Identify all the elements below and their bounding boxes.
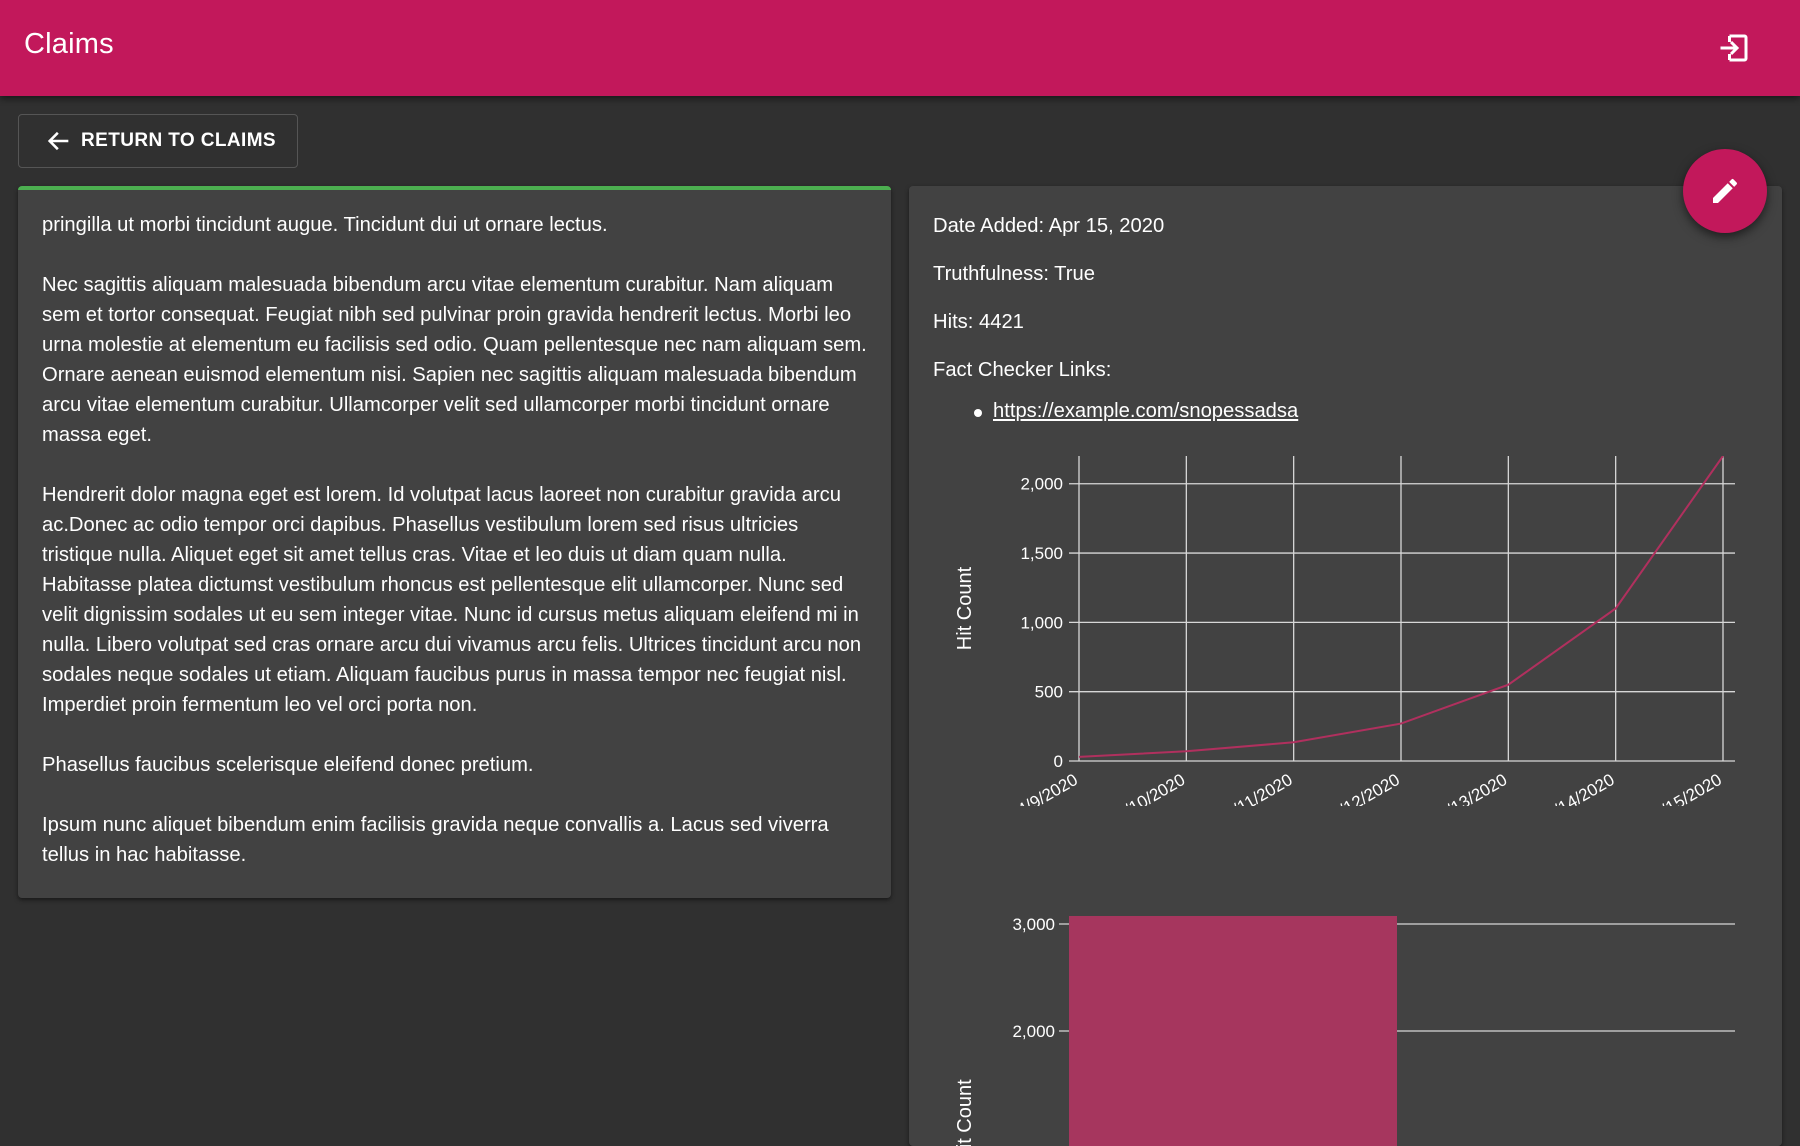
y-axis-title: Hit Count xyxy=(954,566,976,650)
x-tick-label: 4/11/2020 xyxy=(1222,770,1296,806)
arrow-left-icon xyxy=(47,131,69,151)
claim-text-card: pringilla ut morbi tincidunt augue. Tinc… xyxy=(18,186,891,898)
x-tick-label: 4/10/2020 xyxy=(1113,770,1188,806)
x-tick-label: 4/13/2020 xyxy=(1435,770,1510,806)
claim-details-card: Date Added: Apr 15, 2020 Truthfulness: T… xyxy=(909,186,1782,1146)
y-tick-label: 0 xyxy=(1054,752,1063,771)
hits-bar-chart: 2,000 3,000 Hit Count xyxy=(954,916,1735,1146)
y-axis-title: Hit Count xyxy=(954,1079,976,1146)
y-tick-label: 3,000 xyxy=(1012,916,1055,934)
y-tick-label: 500 xyxy=(1035,683,1063,702)
claim-paragraph: Ipsum nunc aliquet bibendum enim facilis… xyxy=(42,814,829,866)
y-tick-label: 1,000 xyxy=(1020,613,1063,632)
y-tick-label: 1,500 xyxy=(1020,544,1063,563)
hits-line-chart: 0 500 1,000 1,500 2,000 4/9/2020 4/10/2020 4/11… xyxy=(954,456,1735,806)
claim-paragraph: Phasellus faucibus scelerisque eleifend … xyxy=(42,754,534,776)
x-tick-label: 4/15/2020 xyxy=(1650,770,1725,806)
list-bullet xyxy=(974,409,982,417)
hits-count: Hits: 4421 xyxy=(933,311,1024,333)
exit-to-app-icon[interactable] xyxy=(1716,30,1752,66)
date-added: Date Added: Apr 15, 2020 xyxy=(933,215,1165,237)
x-tick-label: 4/14/2020 xyxy=(1543,770,1618,806)
fact-checker-link[interactable]: https://example.com/snopessadsa xyxy=(993,397,1298,425)
y-tick-label: 2,000 xyxy=(1012,1022,1055,1041)
return-to-claims-button[interactable]: RETURN TO CLAIMS xyxy=(18,114,298,168)
claim-paragraph: Hendrerit dolor magna eget est lorem. Id… xyxy=(42,484,862,716)
pencil-edit-icon xyxy=(1713,178,1738,203)
bar xyxy=(1069,916,1397,1146)
claim-paragraph: pringilla ut morbi tincidunt augue. Tinc… xyxy=(42,214,608,236)
truthfulness: Truthfulness: True xyxy=(933,263,1095,285)
edit-claim-button[interactable] xyxy=(1683,149,1767,233)
x-tick-label: 4/12/2020 xyxy=(1328,770,1403,806)
return-to-claims-label: RETURN TO CLAIMS xyxy=(81,130,276,151)
x-tick-label: 4/9/2020 xyxy=(1014,770,1081,806)
y-tick-label: 2,000 xyxy=(1020,475,1063,494)
app-title: Claims xyxy=(24,28,114,60)
claim-paragraph: Nec sagittis aliquam malesuada bibendum … xyxy=(42,274,867,446)
app-bar: Claims xyxy=(0,0,1800,96)
fact-checker-label: Fact Checker Links: xyxy=(933,359,1112,381)
